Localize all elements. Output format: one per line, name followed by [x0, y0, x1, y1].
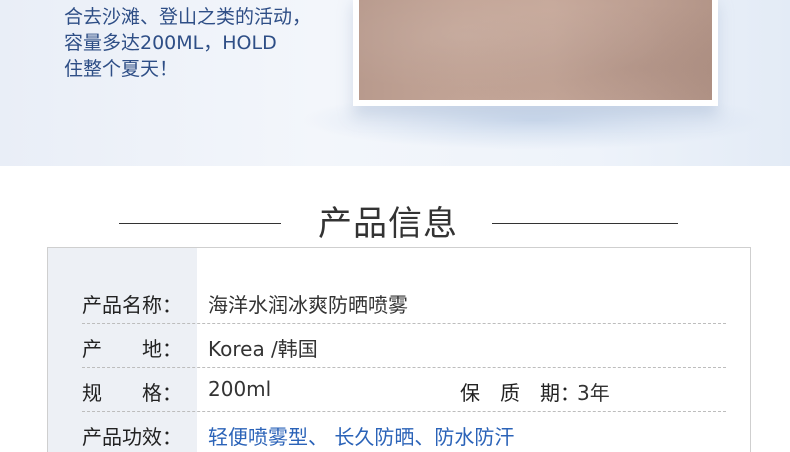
row-label: 产 地：	[82, 337, 182, 361]
row-label: 产品名称：	[82, 293, 182, 317]
promo-text: 合去沙滩、登山之类的活动， 容量多达200ML，HOLD 住整个夏天！	[64, 4, 344, 82]
skin-photo-frame	[353, 0, 718, 106]
section-title: 产品信息	[318, 204, 458, 244]
promo-line: 合去沙滩、登山之类的活动，	[64, 6, 312, 28]
product-info-table: 产品名称： 海洋水润冰爽防晒喷雾 产 地： Korea /韩国 规 格： 200…	[47, 247, 751, 452]
row-label-secondary: 保 质 期：	[460, 381, 580, 405]
row-label: 产品功效：	[82, 425, 182, 449]
promo-banner: 合去沙滩、登山之类的活动， 容量多达200ML，HOLD 住整个夏天！	[0, 0, 790, 166]
table-row: 规 格： 200ml 保 质 期： 3年	[48, 368, 752, 412]
skin-photo	[359, 0, 712, 100]
table-row: 产品功效： 轻便喷雾型、 长久防晒、防水防汗	[48, 412, 752, 452]
promo-line: 容量多达200ML，HOLD	[64, 32, 277, 54]
row-value: 轻便喷雾型、 长久防晒、防水防汗	[208, 425, 515, 449]
header-divider-right	[492, 223, 678, 224]
row-value-secondary: 3年	[577, 381, 610, 405]
row-value: Korea /韩国	[208, 337, 318, 361]
section-header: 产品信息	[0, 192, 790, 244]
row-value: 200ml	[208, 377, 272, 401]
promo-line: 住整个夏天！	[64, 58, 179, 80]
row-label: 规 格：	[82, 381, 182, 405]
row-value: 海洋水润冰爽防晒喷雾	[208, 293, 408, 317]
table-row: 产 地： Korea /韩国	[48, 324, 752, 368]
header-divider-left	[119, 223, 281, 224]
table-row: 产品名称： 海洋水润冰爽防晒喷雾	[48, 280, 752, 324]
